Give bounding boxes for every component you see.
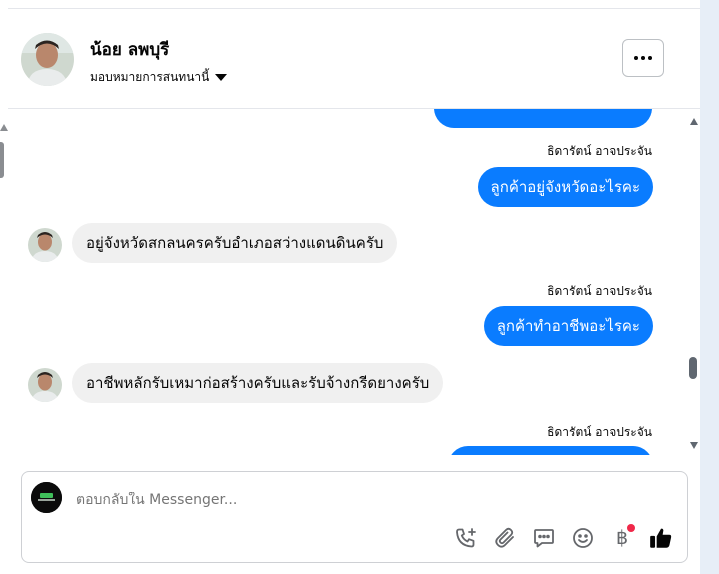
add-call-icon[interactable]	[452, 524, 480, 552]
message-bubble-incoming[interactable]: อาชีพหลักรับเหมาก่อสร้างครับและรับจ้างกร…	[72, 363, 444, 403]
scroll-down-arrow-icon[interactable]	[690, 442, 698, 449]
sender-name: ธิดารัตน์ อาจประจัน	[547, 144, 652, 158]
scroll-up-arrow-icon[interactable]	[690, 118, 698, 125]
caret-down-icon	[215, 74, 228, 81]
assign-conversation-dropdown[interactable]: มอบหมายการสนทนานี้	[90, 68, 228, 87]
thread-scrollbar[interactable]	[688, 109, 700, 455]
message-bubble-incoming[interactable]: อยู่จังหวัดสกลนครครับอำเภอสว่างแดนดินครั…	[72, 223, 398, 263]
contact-avatar[interactable]	[21, 33, 74, 86]
saved-replies-icon[interactable]	[530, 524, 558, 552]
sender-name: ธิดารัตน์ อาจประจัน	[547, 425, 652, 439]
attachment-icon[interactable]	[491, 524, 519, 552]
contact-message-avatar	[28, 368, 62, 402]
more-options-button[interactable]	[622, 39, 664, 77]
reply-composer: ฿	[21, 471, 688, 563]
message-bubble-outgoing[interactable]: ลูกค้าอยู่จังหวัดอะไรคะ	[477, 167, 653, 207]
payment-baht-icon[interactable]: ฿	[608, 524, 636, 552]
notification-dot	[627, 524, 635, 532]
thumbs-up-icon[interactable]	[647, 524, 675, 552]
conversation-header: น้อย ลพบุรี มอบหมายการสนทนานี้	[8, 8, 700, 109]
composer-toolbar: ฿	[452, 524, 686, 552]
scrollbar-thumb[interactable]	[689, 357, 697, 379]
message-thread[interactable]: ธิดารัตน์ อาจประจัน ลูกค้าอยู่จังหวัดอะไ…	[8, 109, 688, 455]
contact-name[interactable]: น้อย ลพบุรี	[90, 36, 169, 63]
right-side-panel	[700, 0, 719, 574]
message-bubble-outgoing-partial[interactable]	[448, 446, 653, 455]
more-dots-icon	[634, 56, 638, 60]
contact-message-avatar	[28, 228, 62, 262]
sender-name: ธิดารัตน์ อาจประจัน	[547, 284, 652, 298]
page-avatar	[31, 482, 62, 513]
left-scrollbar-thumb[interactable]	[0, 142, 4, 178]
conversation-panel: น้อย ลพบุรี มอบหมายการสนทนานี้ ธิดารัตน์…	[8, 0, 700, 574]
message-bubble-outgoing[interactable]: ลูกค้าทำอาชีพอะไรคะ	[483, 306, 653, 346]
left-scroll-up-arrow[interactable]	[0, 124, 8, 131]
assign-conversation-label: มอบหมายการสนทนานี้	[90, 70, 210, 84]
reply-input[interactable]	[76, 492, 636, 508]
message-bubble-outgoing-partial[interactable]	[434, 109, 652, 128]
emoji-icon[interactable]	[569, 524, 597, 552]
